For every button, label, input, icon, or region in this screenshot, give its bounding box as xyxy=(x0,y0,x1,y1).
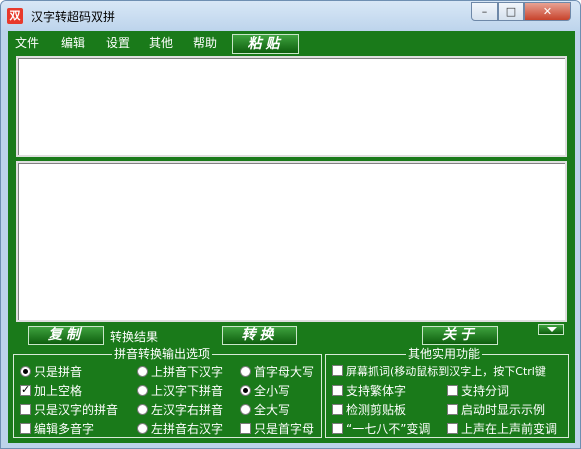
radio-selected-icon xyxy=(20,366,31,377)
option-pinyin-left-hanzi[interactable]: 左拼音右汉字 xyxy=(137,422,223,436)
checkbox-icon xyxy=(332,365,343,376)
radio-icon xyxy=(137,404,148,415)
title-bar[interactable]: 双 汉字转超码双拼 – □ ✕ xyxy=(1,1,580,31)
option-screen-capture[interactable]: 屏幕抓词(移动鼠标到汉字上，按下Ctrl键 xyxy=(332,365,564,379)
checkbox-icon xyxy=(332,423,343,434)
radio-icon xyxy=(240,404,251,415)
radio-selected-icon xyxy=(240,385,251,396)
option-traditional[interactable]: 支持繁体字 xyxy=(332,384,406,398)
input-textarea[interactable] xyxy=(16,56,567,157)
menu-bar: 文件 编辑 设置 其他 帮助 粘贴 xyxy=(8,31,575,54)
app-icon: 双 xyxy=(7,8,23,24)
checkbox-icon xyxy=(332,385,343,396)
chevron-down-icon xyxy=(547,327,557,332)
result-label: 转换结果 xyxy=(110,330,159,344)
close-button[interactable]: ✕ xyxy=(524,2,571,21)
checkbox-icon xyxy=(332,404,343,415)
option-tone-change[interactable]: “一七八不”变调 xyxy=(332,422,438,436)
copy-button[interactable]: 复制 xyxy=(28,326,104,345)
checkbox-icon xyxy=(20,423,31,434)
option-capitalize-first[interactable]: 首字母大写 xyxy=(240,365,314,379)
checkbox-icon xyxy=(447,404,458,415)
option-all-uppercase[interactable]: 全大写 xyxy=(240,403,290,417)
checkbox-icon xyxy=(20,404,31,415)
window-title: 汉字转超码双拼 xyxy=(31,10,116,24)
radio-icon xyxy=(240,366,251,377)
paste-button[interactable]: 粘贴 xyxy=(232,34,299,54)
other-features-group: 其他实用功能 屏幕抓词(移动鼠标到汉字上，按下Ctrl键 支持繁体字 支持分词 … xyxy=(325,347,569,438)
expand-button[interactable] xyxy=(538,324,564,335)
option-all-lowercase[interactable]: 全小写 xyxy=(240,384,290,398)
option-startup-example[interactable]: 启动时显示示例 xyxy=(447,403,545,417)
option-hanzi-left-pinyin[interactable]: 左汉字右拼音 xyxy=(137,403,223,417)
option-segmentation[interactable]: 支持分词 xyxy=(447,384,509,398)
app-window: 双 汉字转超码双拼 – □ ✕ 文件 编辑 设置 其他 帮助 粘贴 复制 转换结… xyxy=(0,0,581,449)
option-clipboard[interactable]: 检测剪贴板 xyxy=(332,403,406,417)
option-hanzi-above-pinyin[interactable]: 上汉字下拼音 xyxy=(137,384,223,398)
pinyin-options-group: 拼音转换输出选项 只是拼音 加上空格 只是汉字的拼音 编辑多音字 上拼音下汉字 … xyxy=(13,347,322,438)
pinyin-options-title: 拼音转换输出选项 xyxy=(112,347,213,361)
checkbox-icon xyxy=(447,385,458,396)
option-edit-polyphone[interactable]: 编辑多音字 xyxy=(20,422,94,436)
other-features-title: 其他实用功能 xyxy=(406,347,483,361)
about-button[interactable]: 关于 xyxy=(422,326,498,345)
option-tone-before[interactable]: 上声在上声前变调 xyxy=(447,422,557,436)
output-textarea[interactable] xyxy=(16,161,567,322)
menu-help[interactable]: 帮助 xyxy=(193,34,217,51)
option-pinyin-above-hanzi[interactable]: 上拼音下汉字 xyxy=(137,365,223,379)
radio-icon xyxy=(137,385,148,396)
checkbox-icon xyxy=(240,423,251,434)
menu-settings[interactable]: 设置 xyxy=(106,34,130,51)
minimize-button[interactable]: – xyxy=(471,2,498,21)
radio-icon xyxy=(137,423,148,434)
option-pinyin-only[interactable]: 只是拼音 xyxy=(20,365,82,379)
option-initials-only[interactable]: 只是首字母 xyxy=(240,422,314,436)
option-add-space[interactable]: 加上空格 xyxy=(20,383,82,398)
checkbox-checked-icon xyxy=(20,383,31,397)
menu-other[interactable]: 其他 xyxy=(149,34,173,51)
main-panel: 文件 编辑 设置 其他 帮助 粘贴 复制 转换结果 转换 关于 拼音转换输出选项… xyxy=(8,31,575,443)
option-hanzi-pinyin-only[interactable]: 只是汉字的拼音 xyxy=(20,403,118,417)
menu-file[interactable]: 文件 xyxy=(15,34,39,51)
radio-icon xyxy=(137,366,148,377)
convert-button[interactable]: 转换 xyxy=(222,326,297,345)
maximize-button[interactable]: □ xyxy=(498,2,524,21)
checkbox-icon xyxy=(447,423,458,434)
menu-edit[interactable]: 编辑 xyxy=(61,34,85,51)
